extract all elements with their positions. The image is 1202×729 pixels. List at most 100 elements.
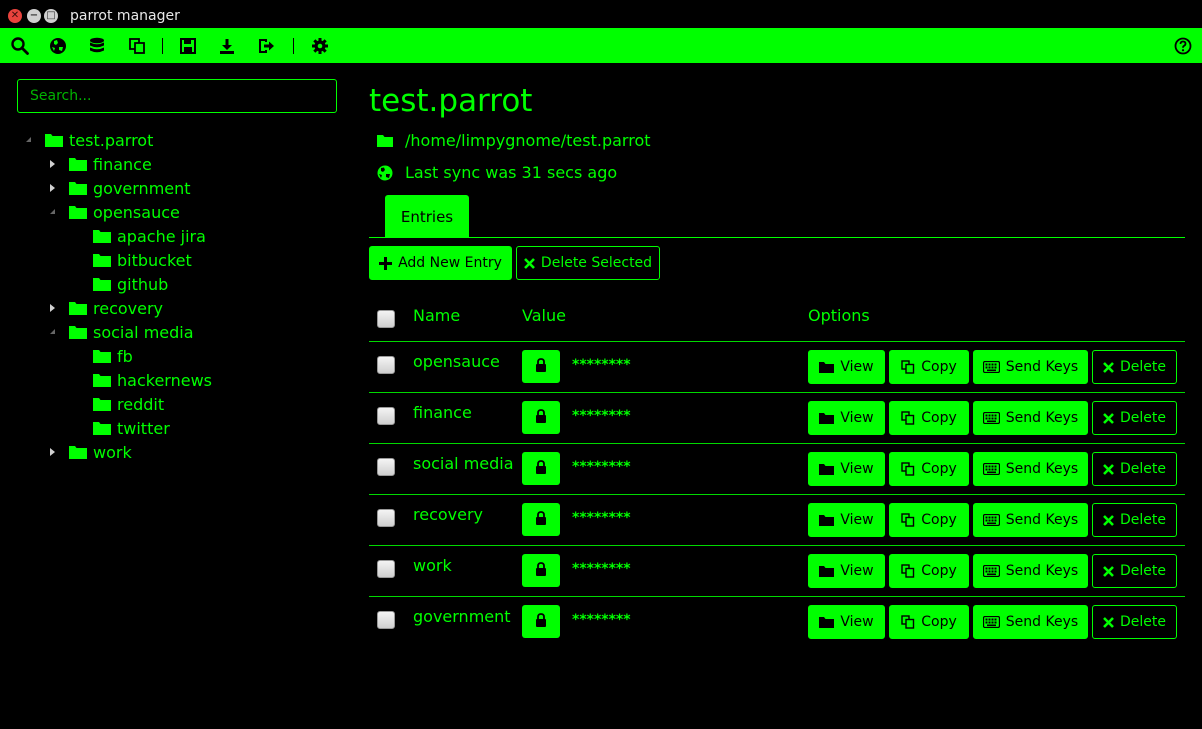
database-icon[interactable] — [87, 36, 107, 56]
entry-name: opensauce — [413, 352, 500, 371]
lock-toggle-button[interactable] — [522, 605, 560, 638]
copy-label: Copy — [921, 563, 957, 579]
tree-item[interactable]: government — [69, 177, 191, 199]
tree-item[interactable]: bitbucket — [93, 249, 192, 271]
tree-item-label: test.parrot — [69, 130, 154, 150]
tree-item[interactable]: opensauce — [69, 201, 180, 223]
send-keys-label: Send Keys — [1005, 359, 1079, 375]
view-button[interactable]: View — [808, 452, 885, 486]
send-keys-button[interactable]: Send Keys — [973, 605, 1088, 639]
window-minimize-button[interactable]: − — [27, 9, 41, 23]
exit-icon[interactable] — [256, 36, 276, 56]
row-checkbox[interactable] — [377, 560, 395, 578]
tree-item[interactable]: work — [69, 441, 132, 463]
view-button[interactable]: View — [808, 503, 885, 537]
tree-item-label: work — [93, 442, 132, 462]
save-icon[interactable] — [178, 36, 198, 56]
folder-icon — [93, 397, 111, 411]
search-icon[interactable] — [10, 36, 30, 56]
tree-expanded-arrow-icon[interactable] — [26, 137, 31, 142]
tree-item[interactable]: twitter — [93, 417, 170, 439]
delete-button[interactable]: Delete — [1092, 401, 1177, 435]
delete-button[interactable]: Delete — [1092, 503, 1177, 537]
globe-icon[interactable] — [48, 36, 68, 56]
delete-button[interactable]: Delete — [1092, 350, 1177, 384]
row-checkbox[interactable] — [377, 611, 395, 629]
copy-button[interactable]: Copy — [889, 605, 969, 639]
copy-label: Copy — [921, 461, 957, 477]
tree-item[interactable]: hackernews — [93, 369, 212, 391]
select-all-checkbox[interactable] — [377, 310, 395, 328]
row-checkbox[interactable] — [377, 356, 395, 374]
delete-selected-button[interactable]: Delete Selected — [516, 246, 660, 280]
row-checkbox[interactable] — [377, 407, 395, 425]
gear-icon[interactable] — [310, 36, 330, 56]
delete-label: Delete — [1120, 512, 1166, 528]
row-divider — [369, 392, 1185, 393]
send-keys-button[interactable]: Send Keys — [973, 350, 1088, 384]
copy-label: Copy — [921, 614, 957, 630]
copy-button[interactable]: Copy — [889, 503, 969, 537]
tree-item[interactable]: finance — [69, 153, 152, 175]
tree-item[interactable]: test.parrot — [45, 129, 153, 151]
send-keys-button[interactable]: Send Keys — [973, 503, 1088, 537]
copy-button[interactable]: Copy — [889, 554, 969, 588]
lock-toggle-button[interactable] — [522, 452, 560, 485]
row-checkbox[interactable] — [377, 458, 395, 476]
send-keys-button[interactable]: Send Keys — [973, 401, 1088, 435]
tree-item[interactable]: github — [93, 273, 168, 295]
copy-button[interactable]: Copy — [889, 350, 969, 384]
lock-toggle-button[interactable] — [522, 554, 560, 587]
send-keys-label: Send Keys — [1005, 461, 1079, 477]
delete-button[interactable]: Delete — [1092, 452, 1177, 486]
row-checkbox[interactable] — [377, 509, 395, 527]
folder-icon — [69, 445, 87, 459]
tree-collapsed-arrow-icon[interactable] — [50, 448, 55, 456]
tree-item[interactable]: fb — [93, 345, 133, 367]
row-divider — [369, 494, 1185, 495]
lock-toggle-button[interactable] — [522, 401, 560, 434]
lock-toggle-button[interactable] — [522, 350, 560, 383]
masked-value: ******** — [572, 561, 631, 577]
lock-toggle-button[interactable] — [522, 503, 560, 536]
entry-name: government — [413, 607, 511, 626]
tree-item[interactable]: recovery — [69, 297, 163, 319]
tree-item[interactable]: reddit — [93, 393, 164, 415]
copy-icon[interactable] — [127, 36, 147, 56]
copy-button[interactable]: Copy — [889, 452, 969, 486]
copy-button[interactable]: Copy — [889, 401, 969, 435]
row-divider — [369, 596, 1185, 597]
help-icon[interactable] — [1173, 36, 1193, 56]
add-entry-button[interactable]: Add New Entry — [369, 246, 512, 280]
column-header-options: Options — [808, 306, 870, 325]
tree-item-label: fb — [117, 346, 133, 366]
tab-entries[interactable]: Entries — [385, 195, 469, 238]
tree-item-label: social media — [93, 322, 194, 342]
tree-collapsed-arrow-icon[interactable] — [50, 304, 55, 312]
delete-button[interactable]: Delete — [1092, 605, 1177, 639]
tree-expanded-arrow-icon[interactable] — [50, 209, 55, 214]
delete-button[interactable]: Delete — [1092, 554, 1177, 588]
tree-item[interactable]: apache jira — [93, 225, 206, 247]
window-close-button[interactable]: ✕ — [8, 9, 22, 23]
delete-label: Delete — [1120, 563, 1166, 579]
view-button[interactable]: View — [808, 554, 885, 588]
tree-collapsed-arrow-icon[interactable] — [50, 160, 55, 168]
download-icon[interactable] — [217, 36, 237, 56]
folder-icon — [819, 412, 835, 424]
view-button[interactable]: View — [808, 350, 885, 384]
window-maximize-button[interactable]: □ — [44, 9, 58, 23]
search-input[interactable] — [17, 79, 337, 113]
close-icon — [1103, 361, 1114, 373]
send-keys-button[interactable]: Send Keys — [973, 452, 1088, 486]
view-button[interactable]: View — [808, 401, 885, 435]
masked-value: ******** — [572, 357, 631, 373]
send-keys-button[interactable]: Send Keys — [973, 554, 1088, 588]
tree-item[interactable]: social media — [69, 321, 194, 343]
lock-icon — [535, 612, 547, 631]
tree-expanded-arrow-icon[interactable] — [50, 329, 55, 334]
tree-collapsed-arrow-icon[interactable] — [50, 184, 55, 192]
view-button[interactable]: View — [808, 605, 885, 639]
delete-label: Delete — [1120, 614, 1166, 630]
lock-icon — [535, 510, 547, 529]
